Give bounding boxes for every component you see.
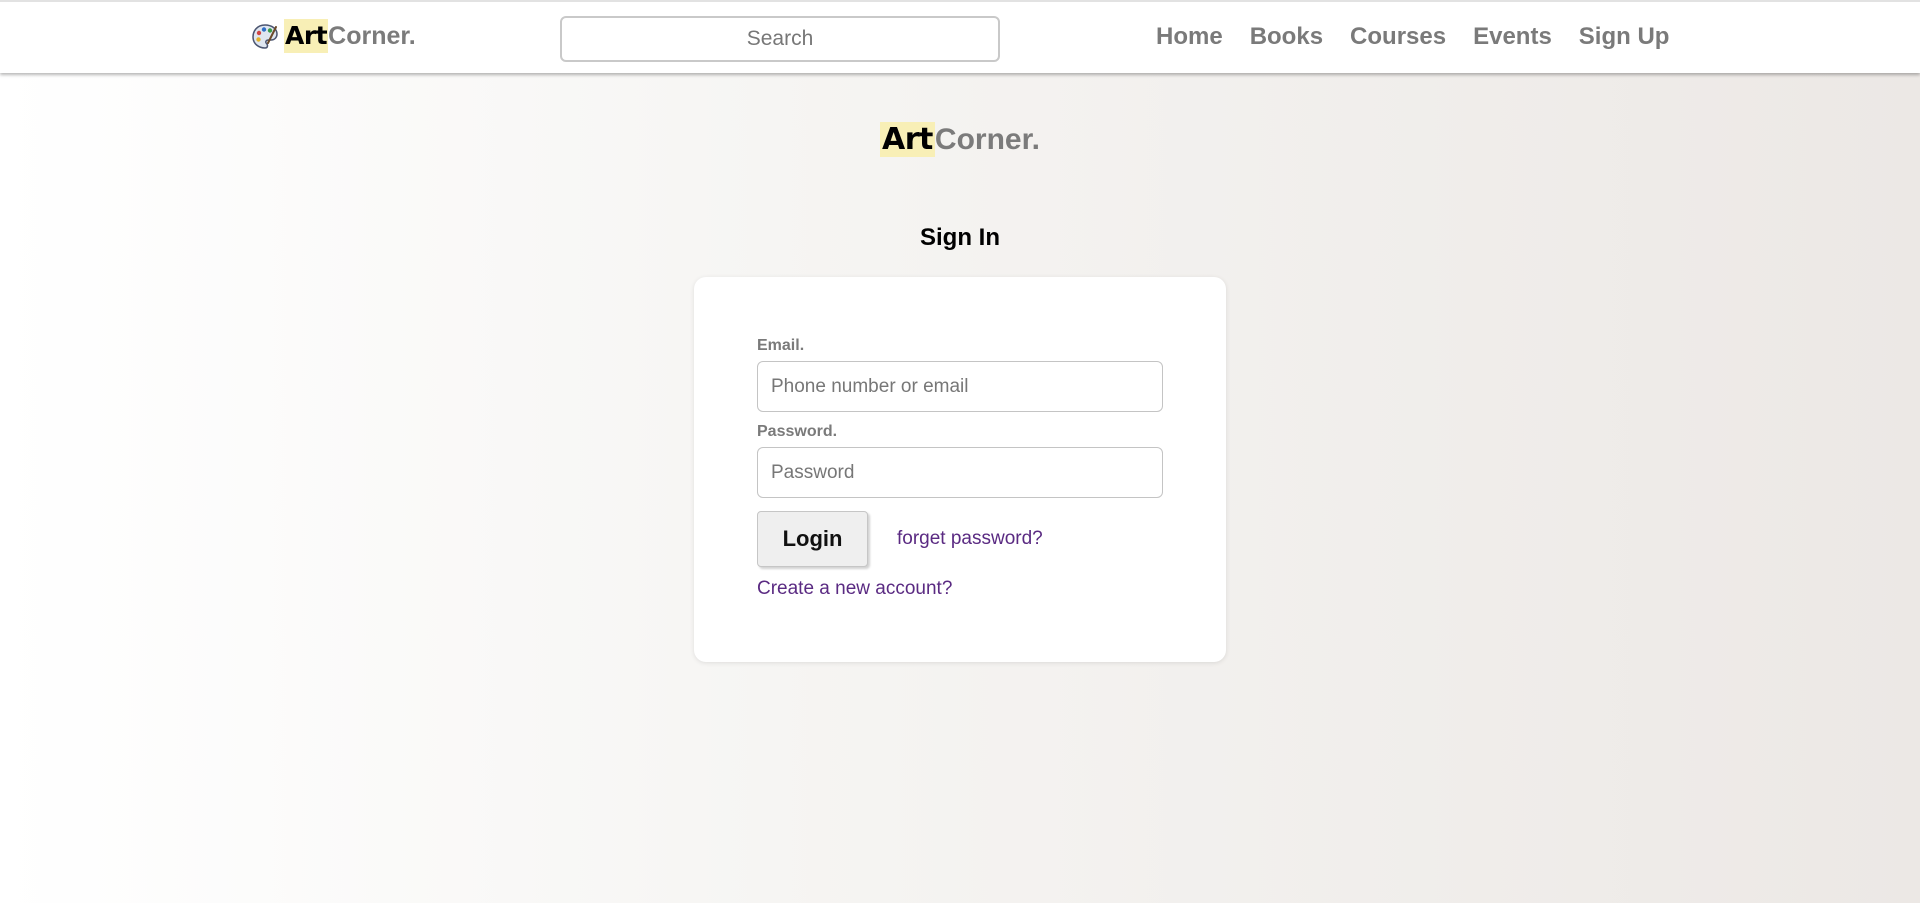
logo-corner-text: Corner. [328, 22, 416, 50]
search-input[interactable] [560, 16, 1000, 62]
nav-link-home[interactable]: Home [1156, 22, 1223, 52]
email-label: Email. [757, 337, 805, 354]
nav-link-courses[interactable]: Courses [1350, 22, 1446, 52]
top-navbar: ArtCorner. Home Books Courses Events Sig… [0, 0, 1920, 73]
create-account-link[interactable]: Create a new account? [757, 578, 952, 600]
nav-links: Home Books Courses Events Sign Up [1156, 22, 1669, 52]
login-button[interactable]: Login [757, 511, 868, 567]
palette-icon [252, 24, 278, 49]
nav-link-events[interactable]: Events [1473, 22, 1552, 52]
hero-logo: ArtCorner. [0, 119, 1920, 161]
logo-art-text: Art [284, 19, 329, 53]
sign-in-card: Email. Password. Login forget password? … [694, 277, 1226, 662]
password-field[interactable] [757, 447, 1163, 498]
site-logo[interactable]: Art Corner. [252, 18, 416, 54]
hero-logo-art-text: Art [880, 122, 935, 157]
page-title: Sign In [920, 224, 1000, 251]
nav-link-sign-up[interactable]: Sign Up [1579, 22, 1670, 52]
password-label: Password. [757, 423, 838, 440]
email-field[interactable] [757, 361, 1163, 412]
forgot-password-link[interactable]: forget password? [897, 528, 1043, 550]
nav-link-books[interactable]: Books [1250, 22, 1323, 52]
hero-logo-corner-text: Corner. [934, 123, 1040, 156]
